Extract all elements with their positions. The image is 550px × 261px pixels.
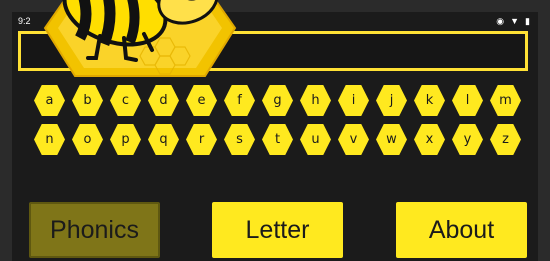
key-l[interactable]: l [452,84,483,117]
key-r[interactable]: r [186,123,217,156]
about-button[interactable]: About [396,202,527,258]
key-q[interactable]: q [148,123,179,156]
key-y[interactable]: y [452,123,483,156]
key-k[interactable]: k [414,84,445,117]
wifi-icon: ▼ [510,16,520,26]
key-c[interactable]: c [110,84,141,117]
letter-button[interactable]: Letter [212,202,343,258]
letter-keyboard: a b c d e f g h i j k l m n o p q r s t … [34,84,524,162]
key-b[interactable]: b [72,84,103,117]
key-x[interactable]: x [414,123,445,156]
key-n[interactable]: n [34,123,65,156]
key-e[interactable]: e [186,84,217,117]
key-i[interactable]: i [338,84,369,117]
key-z[interactable]: z [490,123,521,156]
bee-logo [43,0,237,77]
key-h[interactable]: h [300,84,331,117]
key-v[interactable]: v [338,123,369,156]
phonics-button[interactable]: Phonics [29,202,160,258]
key-s[interactable]: s [224,123,255,156]
key-g[interactable]: g [262,84,293,117]
key-w[interactable]: w [376,123,407,156]
key-t[interactable]: t [262,123,293,156]
keyboard-row-1: a b c d e f g h i j k l m [34,84,524,117]
keyboard-row-2: n o p q r s t u v w x y z [34,123,524,156]
key-f[interactable]: f [224,84,255,117]
key-o[interactable]: o [72,123,103,156]
eye-icon: ◉ [496,16,505,26]
key-j[interactable]: j [376,84,407,117]
key-d[interactable]: d [148,84,179,117]
key-u[interactable]: u [300,123,331,156]
battery-icon: ▮ [525,16,530,26]
status-time: 9:2 [18,16,31,26]
key-p[interactable]: p [110,123,141,156]
status-icons: ◉ ▼ ▮ [496,15,530,27]
key-a[interactable]: a [34,84,65,117]
key-m[interactable]: m [490,84,521,117]
